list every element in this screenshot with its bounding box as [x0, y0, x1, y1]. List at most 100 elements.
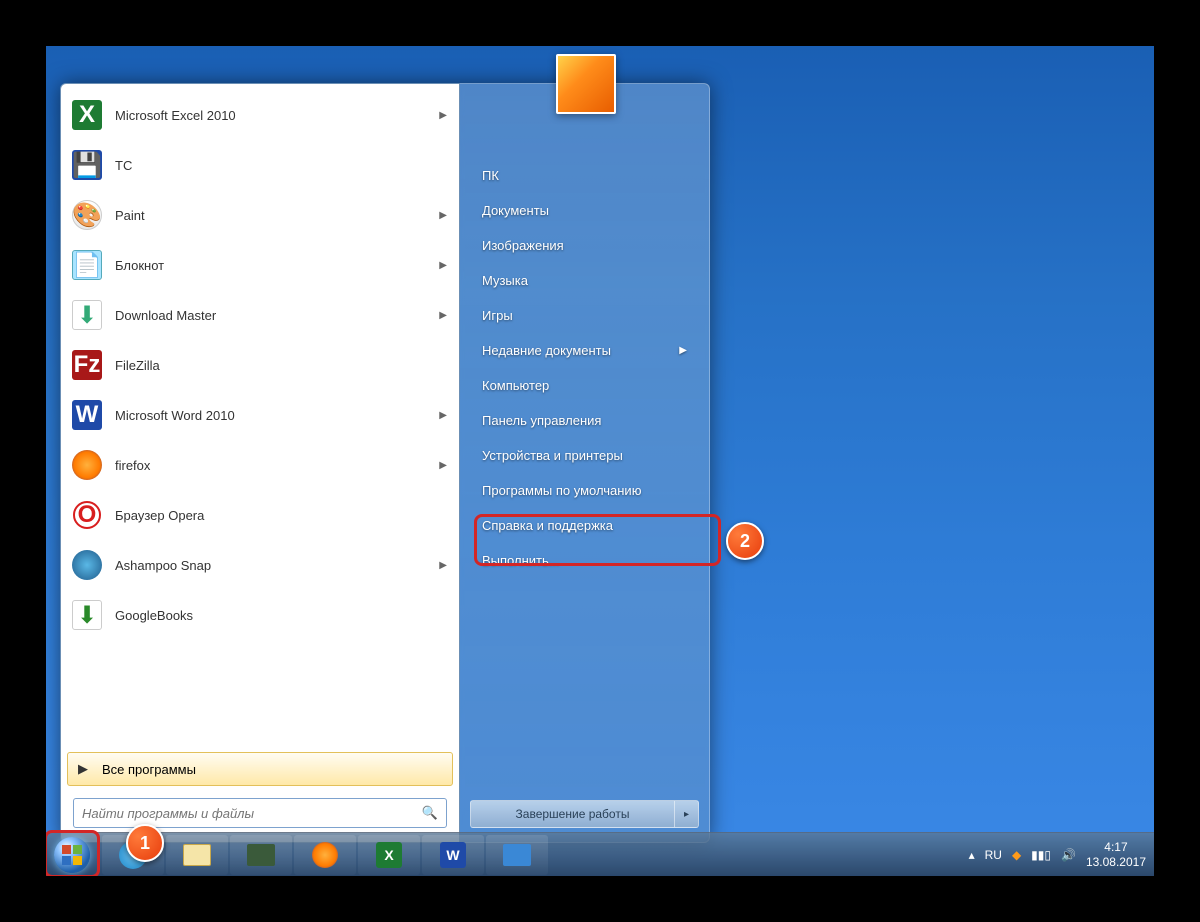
- right-item-label: Недавние документы: [482, 343, 611, 358]
- right-panel-item[interactable]: Выполнить...: [470, 543, 699, 578]
- right-item-label: Компьютер: [482, 378, 549, 393]
- start-menu: XMicrosoft Excel 2010▶💾TC🎨Paint▶📄Блокнот…: [60, 83, 710, 843]
- right-panel-item[interactable]: Изображения: [470, 228, 699, 263]
- opera-icon: O: [69, 497, 105, 533]
- excel-icon: X: [69, 97, 105, 133]
- chevron-right-icon: ▶: [439, 260, 447, 271]
- clock-date: 13.08.2017: [1086, 855, 1146, 869]
- chevron-right-icon: ▶: [439, 460, 447, 471]
- program-label: GoogleBooks: [115, 608, 447, 623]
- search-box[interactable]: 🔍: [73, 798, 447, 828]
- program-item-snap[interactable]: Ashampoo Snap▶: [63, 540, 457, 590]
- language-indicator[interactable]: RU: [985, 848, 1002, 862]
- chevron-right-icon: ▶: [439, 560, 447, 571]
- firefox-icon: [69, 447, 105, 483]
- taskbar-control-panel[interactable]: [486, 835, 548, 875]
- right-panel-item[interactable]: Недавние документы ▶: [470, 333, 699, 368]
- chevron-right-icon: ▶: [679, 345, 687, 356]
- program-item-notepad[interactable]: 📄 Блокнот▶: [63, 240, 457, 290]
- windows-orb-icon: [54, 837, 90, 873]
- search-icon[interactable]: 🔍: [422, 805, 438, 821]
- program-list: XMicrosoft Excel 2010▶💾TC🎨Paint▶📄Блокнот…: [61, 84, 459, 750]
- program-label: Download Master: [115, 308, 439, 323]
- shutdown-label[interactable]: Завершение работы: [471, 801, 674, 827]
- program-item-excel[interactable]: X Microsoft Excel 2010▶: [63, 90, 457, 140]
- start-menu-right-panel: ПК Документы Изображения Музыка Игры Недавние…: [460, 83, 710, 843]
- program-item-tc[interactable]: 💾 TC: [63, 140, 457, 190]
- chevron-right-icon: ▶: [439, 110, 447, 121]
- program-label: Microsoft Excel 2010: [115, 108, 439, 123]
- program-label: Paint: [115, 208, 439, 223]
- user-picture[interactable]: [556, 54, 616, 114]
- system-tray: ▴ RU ◆ ▮▮▯ 🔊 4:17 13.08.2017: [969, 840, 1154, 869]
- right-item-label: Справка и поддержка: [482, 518, 613, 533]
- right-item-label: Выполнить...: [482, 553, 560, 568]
- shutdown-button[interactable]: Завершение работы ▸: [470, 800, 699, 828]
- taskbar-word[interactable]: W: [422, 835, 484, 875]
- gbooks-icon: ⬇: [69, 597, 105, 633]
- shutdown-options-arrow[interactable]: ▸: [674, 801, 698, 827]
- desktop: XMicrosoft Excel 2010▶💾TC🎨Paint▶📄Блокнот…: [46, 46, 1154, 876]
- snap-icon: [69, 547, 105, 583]
- annotation-badge-2: 2: [726, 522, 764, 560]
- word-icon: W: [69, 397, 105, 433]
- right-panel-item[interactable]: Музыка: [470, 263, 699, 298]
- right-panel-item[interactable]: Компьютер: [470, 368, 699, 403]
- chevron-right-icon: ▶: [439, 410, 447, 421]
- taskbar-excel[interactable]: X: [358, 835, 420, 875]
- program-item-firefox[interactable]: firefox▶: [63, 440, 457, 490]
- program-label: Microsoft Word 2010: [115, 408, 439, 423]
- right-panel-item[interactable]: Панель управления: [470, 403, 699, 438]
- program-label: firefox: [115, 458, 439, 473]
- program-item-dm[interactable]: ⬇ Download Master▶: [63, 290, 457, 340]
- program-label: FileZilla: [115, 358, 447, 373]
- start-button[interactable]: [48, 835, 96, 875]
- search-input[interactable]: [82, 806, 422, 821]
- triangle-right-icon: ▶: [78, 761, 88, 777]
- right-panel-item[interactable]: Документы: [470, 193, 699, 228]
- right-panel-item[interactable]: Справка и поддержка: [470, 508, 699, 543]
- taskbar: X W ▴ RU ◆ ▮▮▯ 🔊 4:17 13.08.2017: [46, 832, 1154, 876]
- network-icon[interactable]: ▮▮▯: [1031, 848, 1051, 862]
- right-panel-item[interactable]: Игры: [470, 298, 699, 333]
- filezilla-icon: Fz: [69, 347, 105, 383]
- program-item-gbooks[interactable]: ⬇ GoogleBooks: [63, 590, 457, 640]
- program-label: TC: [115, 158, 447, 173]
- program-item-word[interactable]: W Microsoft Word 2010▶: [63, 390, 457, 440]
- tray-icon[interactable]: ◆: [1012, 848, 1021, 862]
- program-item-paint[interactable]: 🎨 Paint▶: [63, 190, 457, 240]
- right-panel-item[interactable]: Программы по умолчанию: [470, 473, 699, 508]
- right-item-label: Музыка: [482, 273, 528, 288]
- taskbar-app[interactable]: [230, 835, 292, 875]
- program-item-filezilla[interactable]: Fz FileZilla: [63, 340, 457, 390]
- clock[interactable]: 4:17 13.08.2017: [1086, 840, 1146, 869]
- right-item-label: ПК: [482, 168, 499, 183]
- right-panel-item[interactable]: ПК: [470, 158, 699, 193]
- right-item-label: Панель управления: [482, 413, 601, 428]
- right-item-label: Устройства и принтеры: [482, 448, 623, 463]
- paint-icon: 🎨: [69, 197, 105, 233]
- taskbar-explorer[interactable]: [166, 835, 228, 875]
- start-menu-left-panel: XMicrosoft Excel 2010▶💾TC🎨Paint▶📄Блокнот…: [60, 83, 460, 843]
- annotation-badge-1: 1: [126, 824, 164, 862]
- tc-icon: 💾: [69, 147, 105, 183]
- program-label: Браузер Opera: [115, 508, 447, 523]
- chevron-right-icon: ▶: [439, 210, 447, 221]
- all-programs-label: Все программы: [102, 762, 196, 777]
- right-panel-item[interactable]: Устройства и принтеры: [470, 438, 699, 473]
- chevron-right-icon: ▶: [439, 310, 447, 321]
- program-item-opera[interactable]: O Браузер Opera: [63, 490, 457, 540]
- taskbar-firefox[interactable]: [294, 835, 356, 875]
- right-item-label: Программы по умолчанию: [482, 483, 641, 498]
- right-item-label: Документы: [482, 203, 549, 218]
- right-item-label: Изображения: [482, 238, 564, 253]
- right-item-label: Игры: [482, 308, 513, 323]
- all-programs-button[interactable]: ▶ Все программы: [67, 752, 453, 786]
- program-label: Блокнот: [115, 258, 439, 273]
- dm-icon: ⬇: [69, 297, 105, 333]
- tray-expand-icon[interactable]: ▴: [969, 848, 975, 862]
- volume-icon[interactable]: 🔊: [1061, 848, 1076, 862]
- clock-time: 4:17: [1086, 840, 1146, 854]
- program-label: Ashampoo Snap: [115, 558, 439, 573]
- notepad-icon: 📄: [69, 247, 105, 283]
